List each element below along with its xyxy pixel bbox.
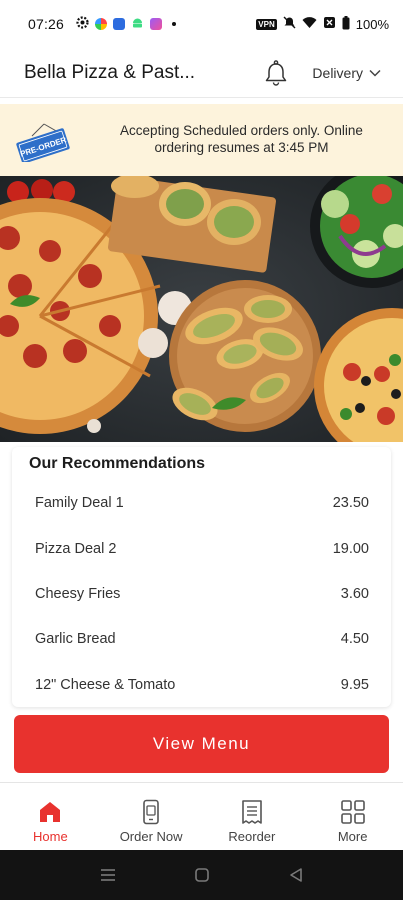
status-bar: 07:26 VPN 100% xyxy=(0,0,403,48)
grid-icon xyxy=(340,800,365,824)
view-menu-button[interactable]: View Menu xyxy=(14,715,389,773)
item-name: Cheesy Fries xyxy=(35,586,121,602)
chevron-down-icon xyxy=(369,69,381,77)
vpn-badge: VPN xyxy=(256,18,277,30)
wifi-icon xyxy=(302,16,317,32)
delivery-mode-dropdown[interactable]: Delivery xyxy=(312,65,381,81)
item-price: 9.95 xyxy=(340,677,369,693)
scheduled-orders-banner: PRE-ORDER Accepting Scheduled orders onl… xyxy=(0,104,403,176)
item-name: Garlic Bread xyxy=(35,631,116,647)
item-name: Pizza Deal 2 xyxy=(35,541,117,557)
restaurant-title: Bella Pizza & Past... xyxy=(24,61,196,83)
recommendations-card: Our Recommendations Family Deal 1 23.50 … xyxy=(12,447,391,707)
no-sim-icon xyxy=(323,16,336,32)
battery-percent: 100% xyxy=(355,16,389,32)
recommendation-item[interactable]: 12" Cheese & Tomato 9.95 xyxy=(35,677,369,693)
home-button-icon[interactable] xyxy=(194,867,210,883)
nav-item-reorder[interactable]: Reorder xyxy=(202,783,303,850)
banner-message: Accepting Scheduled orders only. Online … xyxy=(120,123,363,155)
pre-order-tag-icon: PRE-ORDER xyxy=(16,123,70,162)
item-price: 4.50 xyxy=(340,631,369,647)
messenger-app-icon xyxy=(113,18,126,30)
bell-icon xyxy=(266,59,287,86)
nav-label-order-now: Order Now xyxy=(119,829,183,844)
back-icon[interactable] xyxy=(288,867,304,883)
settings-icon xyxy=(76,16,89,32)
nav-label-more: More xyxy=(337,829,368,844)
recent-apps-icon[interactable] xyxy=(99,868,117,882)
more-notifications-dot xyxy=(172,22,177,26)
receipt-icon xyxy=(242,800,262,824)
recommendation-item[interactable]: Garlic Bread 4.50 xyxy=(35,631,369,647)
item-name: Family Deal 1 xyxy=(35,495,124,511)
item-price: 3.60 xyxy=(340,586,369,602)
nav-item-order-now[interactable]: Order Now xyxy=(101,783,202,850)
notifications-button[interactable] xyxy=(262,59,290,87)
item-price: 23.50 xyxy=(332,495,369,511)
android-icon xyxy=(131,16,144,32)
food-photo xyxy=(0,176,403,442)
status-time: 07:26 xyxy=(28,16,65,32)
recommendations-title: Our Recommendations xyxy=(29,455,206,472)
recommendation-item[interactable]: Family Deal 1 23.50 xyxy=(35,495,369,511)
battery-icon xyxy=(342,15,350,33)
delivery-mode-label: Delivery xyxy=(312,64,363,81)
item-price: 19.00 xyxy=(332,541,369,557)
nav-label-home: Home xyxy=(33,829,68,844)
photos-app-icon xyxy=(95,18,108,30)
nav-item-more[interactable]: More xyxy=(302,783,403,850)
system-navigation-bar xyxy=(0,850,403,900)
home-icon xyxy=(40,802,61,822)
recommendation-item[interactable]: Pizza Deal 2 19.00 xyxy=(35,541,369,557)
nav-item-home[interactable]: Home xyxy=(0,783,101,850)
item-name: 12" Cheese & Tomato xyxy=(35,677,176,693)
nav-label-reorder: Reorder xyxy=(228,829,276,844)
recommendation-item[interactable]: Cheesy Fries 3.60 xyxy=(35,586,369,602)
bottom-navigation: Home Order Now Reorder More xyxy=(0,782,403,850)
app-header: Bella Pizza & Past... Delivery xyxy=(0,48,403,98)
phone-order-icon xyxy=(143,799,159,825)
gallery-app-icon xyxy=(150,18,163,30)
hero-food-image xyxy=(0,176,403,442)
mute-icon xyxy=(283,16,296,32)
